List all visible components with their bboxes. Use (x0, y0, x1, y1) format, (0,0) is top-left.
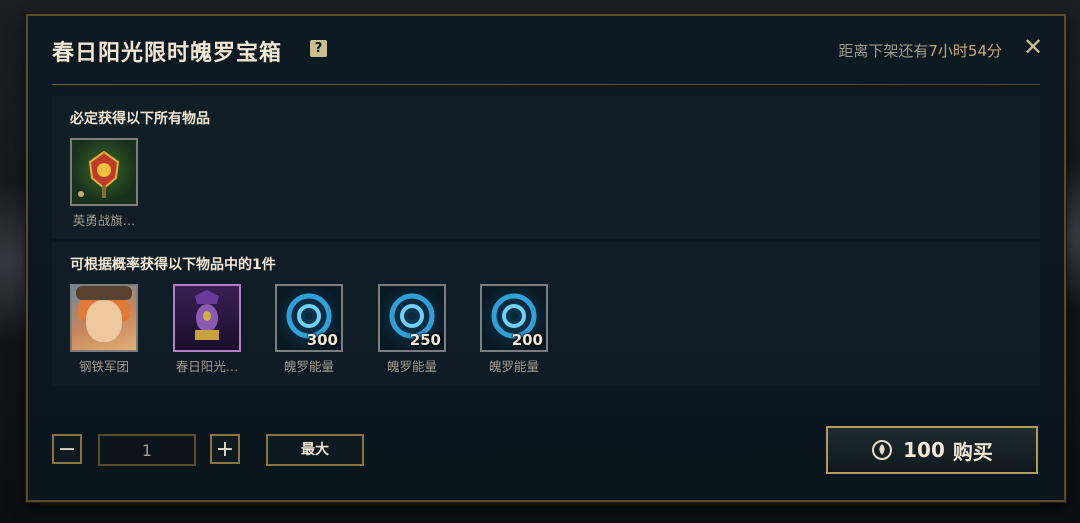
item-label: 春日阳光… (175, 359, 239, 374)
increase-button[interactable]: + (210, 434, 240, 464)
countdown-value: 7小时54分 (928, 42, 1002, 60)
reward-item[interactable]: 250 魄罗能量 (378, 284, 446, 375)
quantity-input[interactable] (98, 434, 196, 466)
buy-label: 购买 (952, 439, 993, 464)
decrease-button[interactable]: − (52, 434, 82, 464)
countdown-label: 距离下架还有 (838, 42, 929, 60)
essence-icon: 300 (275, 284, 343, 352)
countdown: 距离下架还有7小时54分 (838, 40, 1002, 61)
item-label: 魄罗能量 (386, 359, 437, 374)
item-label: 钢铁军团 (78, 359, 129, 374)
guaranteed-section: 必定获得以下所有物品 英勇战旗… (52, 96, 1040, 239)
buy-price: 100 (903, 438, 945, 462)
max-button[interactable]: 最大 (266, 434, 364, 466)
reward-item[interactable]: 200 魄罗能量 (480, 284, 548, 375)
item-label: 魄罗能量 (283, 359, 334, 374)
close-icon[interactable]: ✕ (1020, 34, 1046, 60)
purple-item-icon (173, 284, 241, 352)
chance-title: 可根据概率获得以下物品中的1件 (70, 257, 276, 273)
reward-item[interactable]: 钢铁军团 (70, 284, 138, 375)
item-quantity: 300 (306, 331, 338, 349)
item-label: 英勇战旗… (72, 213, 136, 228)
guaranteed-title: 必定获得以下所有物品 (70, 111, 210, 127)
dialog-title: 春日阳光限时魄罗宝箱 (52, 41, 283, 66)
poro-coin-icon (872, 440, 893, 460)
help-icon[interactable]: ? (310, 40, 327, 57)
item-quantity: 200 (511, 331, 543, 349)
chance-section: 可根据概率获得以下物品中的1件 钢铁军团 春日阳光… 300 魄罗能量 250 … (52, 242, 1040, 386)
ward-banner-icon (70, 138, 138, 206)
champion-skin-icon (70, 284, 138, 352)
item-quantity: 250 (409, 331, 441, 349)
buy-button[interactable]: 100 购买 (826, 426, 1038, 474)
item-label: 魄罗能量 (488, 359, 539, 374)
divider (52, 84, 1040, 85)
reward-item[interactable]: 300 魄罗能量 (275, 284, 343, 375)
chest-dialog: 春日阳光限时魄罗宝箱 ? 距离下架还有7小时54分 ✕ 必定获得以下所有物品 英… (26, 14, 1066, 502)
essence-icon: 250 (378, 284, 446, 352)
reward-item[interactable]: 英勇战旗… (70, 138, 138, 229)
reward-item[interactable]: 春日阳光… (173, 284, 241, 375)
essence-icon: 200 (480, 284, 548, 352)
